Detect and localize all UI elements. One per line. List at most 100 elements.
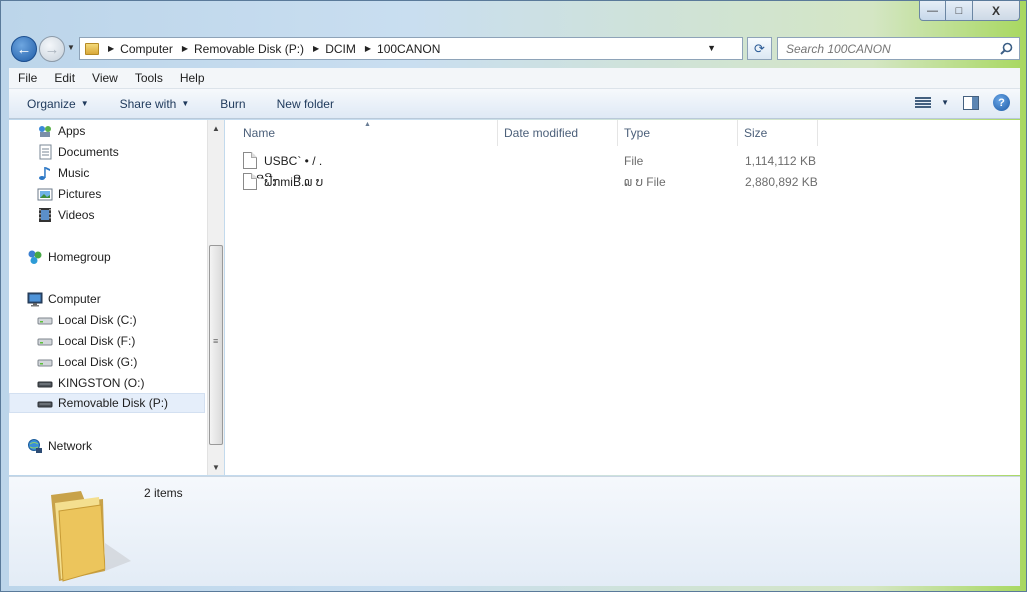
nav-item-apps[interactable]: Apps [37,121,85,141]
column-header-name[interactable]: ▲ Name [225,120,498,146]
file-size: 1,114,112 KB [745,154,816,168]
search-box [777,37,1020,60]
chevron-right-icon[interactable]: ▶ [182,44,188,53]
minimize-button[interactable]: — [919,1,946,21]
music-icon [37,165,53,181]
scroll-down-arrow[interactable]: ▼ [208,459,224,475]
nav-label: Pictures [58,187,102,201]
address-bar[interactable]: ▶ Computer ▶ Removable Disk (P:) ▶ DCIM … [79,37,743,60]
navigation-pane: Apps Documents Music Pictures Videos Hom… [9,120,207,475]
nav-item-computer[interactable]: Computer [27,289,101,309]
breadcrumb: ▶ Computer ▶ Removable Disk (P:) ▶ DCIM … [99,42,440,56]
nav-item-removable-disk-p[interactable]: Removable Disk (P:) [9,393,205,413]
nav-label: Local Disk (G:) [58,355,138,369]
nav-item-documents[interactable]: Documents [37,142,119,162]
videos-icon [37,207,53,223]
file-row[interactable]: ີຟີກmiBີ.໙ ບ ໙ ບ File 2,880,892 KB [243,172,983,192]
toolbar-right: ▼ ? [915,94,1010,111]
maximize-button[interactable]: □ [946,1,973,21]
nav-item-local-disk-f[interactable]: Local Disk (F:) [37,331,135,351]
nav-item-local-disk-c[interactable]: Local Disk (C:) [37,310,137,330]
homegroup-icon [27,249,43,265]
column-label: Type [624,126,651,140]
nav-label: Apps [58,124,86,138]
recent-pages-dropdown[interactable]: ▼ [67,43,75,52]
new-folder-button[interactable]: New folder [259,97,347,111]
menu-view[interactable]: View [83,71,126,85]
refresh-button[interactable]: ⟳ [747,37,772,60]
chevron-down-icon: ▼ [80,99,89,108]
menu-edit[interactable]: Edit [45,71,83,85]
nav-item-pictures[interactable]: Pictures [37,184,101,204]
burn-button[interactable]: Burn [202,97,258,111]
item-count: 2 items [144,486,183,500]
nav-label: Homegroup [48,250,111,264]
nav-label: Local Disk (F:) [58,334,136,348]
scroll-up-arrow[interactable]: ▲ [208,120,224,136]
search-icon[interactable] [1000,42,1013,55]
drive-icon [37,333,53,349]
nav-label: KINGSTON (O:) [58,376,145,390]
address-dropdown-button[interactable]: ▼ [707,43,716,53]
column-label: Name [243,126,276,140]
navigation-scrollbar[interactable]: ▲ ▼ [207,120,224,475]
nav-item-homegroup[interactable]: Homegroup [27,247,111,267]
search-input[interactable] [778,38,993,59]
organize-button[interactable]: Organize ▼ [9,97,102,111]
breadcrumb-removable-disk[interactable]: Removable Disk (P:) [194,42,304,56]
menu-help[interactable]: Help [171,71,213,85]
documents-icon [37,144,53,160]
organize-label: Organize [27,96,76,111]
nav-item-kingston-o[interactable]: KINGSTON (O:) [37,373,144,393]
chevron-right-icon[interactable]: ▶ [365,44,371,53]
file-type: File [624,154,644,168]
close-button[interactable]: X [973,1,1020,21]
drive-icon [37,312,53,328]
nav-item-local-disk-g[interactable]: Local Disk (G:) [37,352,137,372]
change-view-button[interactable]: ▼ [915,96,949,109]
file-row[interactable]: USBC` • / . File 1,114,112 KB [243,151,983,171]
network-icon [27,438,43,454]
nav-item-music[interactable]: Music [37,163,89,183]
file-icon [243,173,257,190]
breadcrumb-dcim[interactable]: DCIM [325,42,356,56]
share-with-button[interactable]: Share with ▼ [102,97,203,111]
folder-icon [85,42,99,55]
file-size: 2,880,892 KB [745,175,818,189]
share-with-label: Share with [119,96,177,111]
nav-label: Music [58,166,90,180]
burn-label: Burn [220,96,246,111]
chevron-down-icon: ▼ [181,99,190,108]
details-view-icon [915,96,932,109]
chevron-right-icon[interactable]: ▶ [108,44,114,53]
chevron-down-icon: ▼ [941,98,949,107]
breadcrumb-computer[interactable]: Computer [120,42,173,56]
back-button[interactable]: ← [11,36,37,62]
preview-pane-icon[interactable] [963,95,979,110]
scroll-thumb[interactable] [209,245,223,445]
address-row: ← → ▼ ▶ Computer ▶ Removable Disk (P:) ▶… [9,35,1020,63]
apps-icon [37,123,53,139]
command-bar: Organize ▼ Share with ▼ Burn New folder … [9,89,1020,119]
menu-tools[interactable]: Tools [126,71,171,85]
file-list: ▲ Name Date modified Type Size USBC` • /… [225,120,1020,475]
nav-label: Documents [58,145,119,159]
column-header-date-modified[interactable]: Date modified [498,120,618,146]
breadcrumb-100canon[interactable]: 100CANON [377,42,440,56]
help-icon[interactable]: ? [993,94,1010,111]
details-pane: 2 items [9,476,1020,586]
forward-button[interactable]: → [39,36,65,62]
nav-item-network[interactable]: Network [27,436,92,456]
nav-label: Computer [48,292,101,306]
nav-item-videos[interactable]: Videos [37,205,94,225]
file-name: USBC` • / . [264,154,323,168]
column-header-size[interactable]: Size [738,120,818,146]
column-header-type[interactable]: Type [618,120,738,146]
chevron-right-icon[interactable]: ▶ [313,44,319,53]
menu-file[interactable]: File [9,71,45,85]
window-controls: — □ X [919,1,1020,21]
file-name: ີຟີກmiBີ.໙ ບ [264,175,324,189]
pictures-icon [37,186,53,202]
sort-ascending-icon: ▲ [364,121,371,128]
nav-label: Removable Disk (P:) [58,396,169,410]
